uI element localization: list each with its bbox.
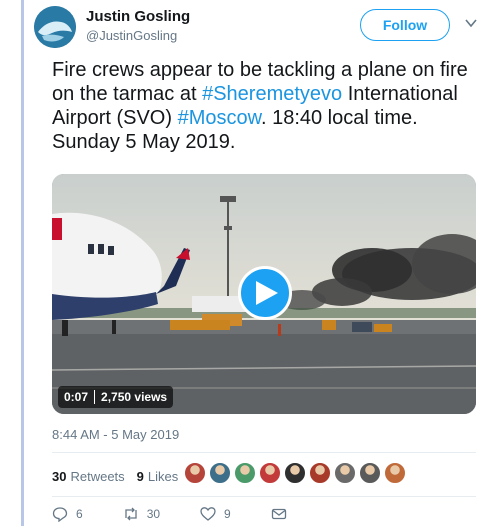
thread-rail bbox=[0, 0, 26, 526]
liker-avatar[interactable] bbox=[184, 462, 206, 484]
reply-icon bbox=[52, 507, 68, 522]
divider bbox=[52, 452, 476, 453]
follow-button[interactable]: Follow bbox=[360, 9, 450, 41]
liker-avatar[interactable] bbox=[284, 462, 306, 484]
retweet-action[interactable]: 30 bbox=[123, 506, 160, 522]
reply-count: 6 bbox=[76, 507, 83, 521]
liker-avatar[interactable] bbox=[209, 462, 231, 484]
envelope-icon bbox=[271, 508, 286, 520]
engagement-stats: 30 Retweets 9 Likes bbox=[52, 462, 190, 490]
liker-avatar[interactable] bbox=[259, 462, 281, 484]
like-action[interactable]: 9 bbox=[200, 506, 231, 522]
tweet-text: Fire crews appear to be tackling a plane… bbox=[52, 58, 472, 154]
avatar-image bbox=[34, 6, 76, 48]
liker-avatar[interactable] bbox=[309, 462, 331, 484]
tweet-actions: 6 30 9 bbox=[52, 504, 312, 524]
liker-avatar[interactable] bbox=[334, 462, 356, 484]
avatar[interactable] bbox=[34, 6, 76, 48]
chevron-down-icon[interactable] bbox=[464, 16, 478, 30]
message-action[interactable] bbox=[271, 506, 295, 522]
video-views: 2,750 views bbox=[101, 390, 168, 404]
liker-avatar[interactable] bbox=[234, 462, 256, 484]
tweet-timestamp[interactable]: 8:44 AM - 5 May 2019 bbox=[52, 427, 179, 442]
video-player[interactable]: 0:07 2,750 views bbox=[52, 174, 476, 414]
likes-label: Likes bbox=[147, 468, 179, 484]
liker-avatar[interactable] bbox=[384, 462, 406, 484]
retweet-icon bbox=[125, 507, 137, 521]
liker-avatar[interactable] bbox=[359, 462, 381, 484]
video-info-badge: 0:07 2,750 views bbox=[58, 386, 174, 408]
play-icon bbox=[256, 281, 278, 305]
like-count: 9 bbox=[224, 507, 231, 521]
hashtag-moscow[interactable]: #Moscow bbox=[178, 107, 261, 129]
reply-action[interactable]: 6 bbox=[52, 506, 83, 522]
likes-count: 9 bbox=[136, 468, 144, 484]
retweets-label: Retweets bbox=[70, 468, 125, 484]
play-button[interactable] bbox=[238, 266, 292, 320]
hashtag-sheremetyevo[interactable]: #Sheremetyevo bbox=[202, 83, 342, 105]
retweets-count: 30 bbox=[52, 468, 67, 484]
video-duration: 0:07 bbox=[64, 390, 89, 404]
badge-separator bbox=[94, 390, 96, 404]
tweet-header: Justin Gosling @JustinGosling Follow bbox=[34, 6, 477, 50]
liker-avatars bbox=[184, 462, 409, 484]
divider bbox=[52, 496, 476, 497]
retweets-stat[interactable]: 30 Retweets bbox=[52, 469, 125, 484]
author-handle[interactable]: @JustinGosling bbox=[86, 28, 177, 43]
author-name[interactable]: Justin Gosling bbox=[86, 8, 190, 25]
retweet-count: 30 bbox=[146, 507, 161, 521]
heart-icon bbox=[200, 507, 216, 521]
likes-stat[interactable]: 9 Likes bbox=[137, 469, 179, 484]
